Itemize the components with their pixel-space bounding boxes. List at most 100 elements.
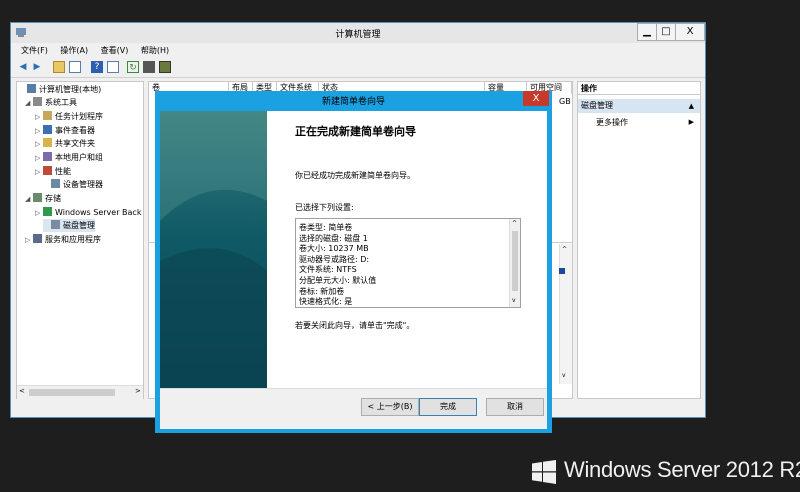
up-folder-icon[interactable] <box>53 61 65 73</box>
more-actions-label: 更多操作 <box>596 118 628 127</box>
properties-icon[interactable] <box>107 61 119 73</box>
collapse-icon[interactable]: ▲ <box>689 99 694 113</box>
tree-item[interactable]: 磁盘管理 <box>43 219 95 232</box>
submenu-arrow-icon: ▶ <box>688 118 694 126</box>
toolbar: ◀ ▶ ? ↻ <box>11 59 705 78</box>
menu-file[interactable]: 文件(F) <box>21 43 48 58</box>
expand-toggle-icon[interactable]: ▷ <box>35 111 43 124</box>
tree-item-label: 任务计划程序 <box>55 112 103 121</box>
tree-item-label: 磁盘管理 <box>63 221 95 230</box>
wizard-title[interactable]: 新建简单卷向导 <box>155 94 552 107</box>
export-icon[interactable] <box>143 61 155 73</box>
settings-line: 分配单元大小: 默认值 <box>299 276 377 285</box>
tree-item[interactable]: 设备管理器 <box>43 178 103 191</box>
tree-item-label: 设备管理器 <box>63 180 103 189</box>
settings-line: 卷类型: 简单卷 <box>299 223 353 232</box>
help-icon[interactable]: ? <box>91 61 103 73</box>
tree-item[interactable]: ◢ 系统工具 <box>25 96 77 109</box>
banner-graphic <box>160 111 267 388</box>
settings-line: 选择的磁盘: 磁盘 1 <box>299 233 368 243</box>
tree-node-icon <box>33 97 42 106</box>
scroll-left-icon[interactable]: < <box>19 387 25 395</box>
scroll-up-icon[interactable]: ^ <box>562 246 567 253</box>
vertical-scrollbar[interactable]: ^ v <box>559 244 572 384</box>
tree-item-label: Windows Server Back <box>55 208 142 217</box>
tree-item-label: 性能 <box>55 167 71 176</box>
tree-item[interactable]: ▷ 共享文件夹 <box>35 137 95 150</box>
settings-line: 卷大小: 10237 MB <box>299 244 369 254</box>
scroll-right-icon[interactable]: > <box>135 387 141 395</box>
settings-line: 驱动器号或路径: D: <box>299 254 370 264</box>
menu-action[interactable]: 操作(A) <box>60 43 88 58</box>
settings-summary-box[interactable]: 卷类型: 简单卷 选择的磁盘: 磁盘 1 卷大小: 10237 MB 驱动器号或路径:… <box>295 218 521 308</box>
settings-line: 快速格式化: 是 <box>299 297 353 307</box>
finish-button[interactable]: 完成 <box>419 398 477 416</box>
tree-item[interactable]: ▷ Windows Server Back <box>35 206 141 219</box>
expand-toggle-icon[interactable]: ▷ <box>35 152 43 165</box>
wizard-body: 正在完成新建简单卷向导 你已经成功完成新建简单卷向导。 已选择下列设置: 卷类型… <box>160 111 547 429</box>
actions-section-disk-management[interactable]: 磁盘管理 ▲ <box>578 99 700 113</box>
wizard-close-button[interactable]: X <box>523 91 549 106</box>
tree-node-icon <box>43 111 52 120</box>
capacity-cell: GB <box>559 97 571 106</box>
tree-node-icon <box>43 207 52 216</box>
more-actions-item[interactable]: 更多操作 ▶ <box>596 116 700 129</box>
tree-node-icon <box>43 152 52 161</box>
close-hint: 若要关闭此向导，请单击"完成"。 <box>295 321 415 330</box>
wizard-heading: 正在完成新建简单卷向导 <box>295 125 416 138</box>
close-button[interactable]: X <box>675 23 705 41</box>
expand-toggle-icon[interactable]: ◢ <box>25 193 33 206</box>
selected-settings-label: 已选择下列设置: <box>295 203 354 212</box>
expand-toggle-icon[interactable]: ▷ <box>35 207 43 220</box>
new-simple-volume-wizard: 新建简单卷向导 X 正在完成新建简单卷向导 你已经成功完成新建简单卷向导。 已选… <box>155 91 552 433</box>
cancel-button[interactable]: 取消 <box>486 398 544 416</box>
settings-scrollbar[interactable]: ^ v <box>509 219 520 307</box>
scroll-up-icon[interactable]: ^ <box>512 220 517 227</box>
tree-item[interactable]: ▷ 本地用户和组 <box>35 151 103 164</box>
show-hide-tree-icon[interactable] <box>69 61 81 73</box>
scroll-thumb[interactable] <box>512 231 518 291</box>
tree-node-icon <box>33 234 42 243</box>
menu-bar: 文件(F) 操作(A) 查看(V) 帮助(H) <box>11 43 705 58</box>
wizard-content: 正在完成新建简单卷向导 你已经成功完成新建简单卷向导。 已选择下列设置: 卷类型… <box>267 111 547 388</box>
navigation-tree: 计算机管理(本地) ◢ 系统工具 ▷ 任务计划程序 ▷ 事件查看器 ▷ 共享文件夹 ▷ 本地用户和组… <box>16 81 144 399</box>
disk-color-marker <box>559 268 565 274</box>
settings-line: 文件系统: NTFS <box>299 265 357 275</box>
tree-item-label: 系统工具 <box>45 98 77 107</box>
expand-toggle-icon[interactable]: ▷ <box>35 166 43 179</box>
expand-toggle-icon[interactable]: ▷ <box>25 234 33 247</box>
tree-item[interactable]: ▷ 任务计划程序 <box>35 110 103 123</box>
wizard-footer: < 上一步(B) 完成 取消 <box>160 388 547 429</box>
section-label: 磁盘管理 <box>581 101 613 110</box>
tree-item[interactable]: ◢ 存储 <box>25 192 61 205</box>
tree-item-label: 存储 <box>45 194 61 203</box>
title-bar[interactable]: 计算机管理 ▁ □ X <box>11 23 705 43</box>
tree-item-label: 本地用户和组 <box>55 153 103 162</box>
settings-line: 卷标: 新加卷 <box>299 286 345 296</box>
forward-arrow-icon[interactable]: ▶ <box>31 61 43 73</box>
scroll-down-icon[interactable]: v <box>512 297 516 304</box>
tree-item[interactable]: ▷ 服务和应用程序 <box>25 233 101 246</box>
tree-item[interactable]: ▷ 事件查看器 <box>35 124 95 137</box>
tree-item[interactable]: ▷ 性能 <box>35 165 71 178</box>
settings-icon[interactable] <box>159 61 171 73</box>
maximize-button[interactable]: □ <box>656 23 676 41</box>
tree-node-icon <box>51 220 60 229</box>
scroll-down-icon[interactable]: v <box>562 372 566 379</box>
menu-view[interactable]: 查看(V) <box>101 43 129 58</box>
expand-toggle-icon[interactable]: ▷ <box>35 138 43 151</box>
windows-server-branding: Windows Server 2012 R2 <box>564 457 800 482</box>
refresh-icon[interactable]: ↻ <box>127 61 139 73</box>
minimize-button[interactable]: ▁ <box>637 23 657 41</box>
menu-help[interactable]: 帮助(H) <box>141 43 169 58</box>
tree-node-icon <box>43 138 52 147</box>
tree-node-icon <box>43 166 52 175</box>
window-title: 计算机管理 <box>335 30 381 40</box>
expand-toggle-icon[interactable]: ◢ <box>25 97 33 110</box>
tree-item-label: 共享文件夹 <box>55 139 95 148</box>
back-arrow-icon[interactable]: ◀ <box>17 61 29 73</box>
tree-horizontal-scrollbar[interactable]: < > <box>17 385 143 399</box>
tree-item[interactable]: 计算机管理(本地) <box>19 83 101 96</box>
scroll-thumb[interactable] <box>29 389 115 396</box>
back-button[interactable]: < 上一步(B) <box>361 398 419 416</box>
